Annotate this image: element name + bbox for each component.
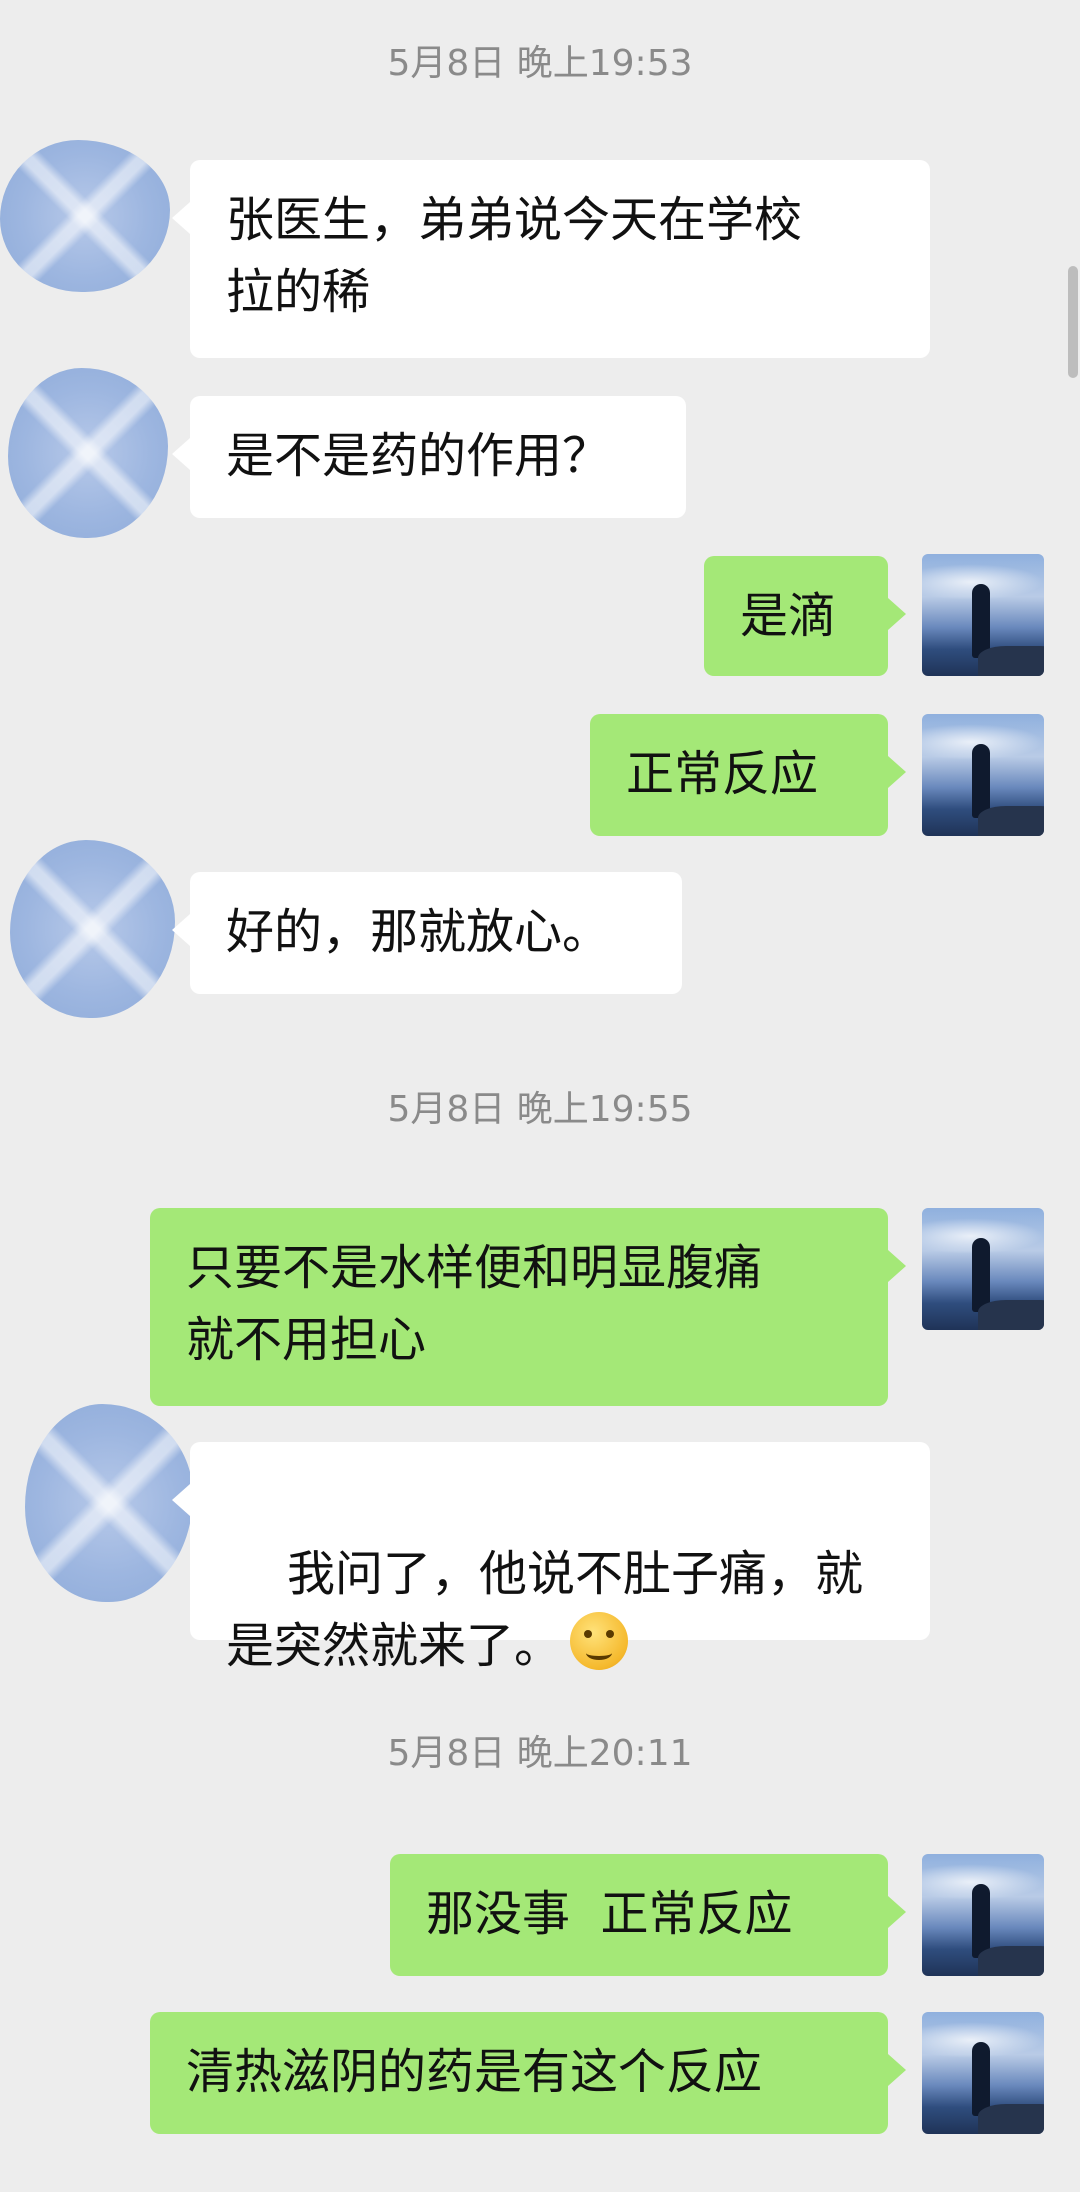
- thinking-face-emoji: [570, 1612, 629, 1670]
- incoming-message[interactable]: 是不是药的作用？: [172, 396, 686, 518]
- my-avatar[interactable]: [922, 554, 1044, 676]
- message-text: 我问了，他说不肚子痛，就 是突然就来了。: [226, 1546, 864, 1674]
- timestamp: 5月8日 晚上20:11: [387, 1733, 693, 1774]
- my-avatar[interactable]: [922, 1854, 1044, 1976]
- my-avatar[interactable]: [922, 714, 1044, 836]
- incoming-message[interactable]: 我问了，他说不肚子痛，就 是突然就来了。: [172, 1442, 930, 1674]
- timestamp: 5月8日 晚上19:53: [387, 43, 693, 84]
- contact-avatar[interactable]: [0, 140, 170, 292]
- scrollbar[interactable]: [1068, 266, 1078, 378]
- outgoing-message[interactable]: 清热滋阴的药是有这个反应: [150, 2012, 906, 2134]
- contact-avatar[interactable]: [25, 1404, 193, 1602]
- contact-avatar[interactable]: [10, 840, 175, 1018]
- incoming-message[interactable]: 张医生，弟弟说今天在学校 拉的稀: [172, 160, 930, 358]
- my-avatar[interactable]: [922, 2012, 1044, 2134]
- outgoing-message[interactable]: 只要不是水样便和明显腹痛 就不用担心: [150, 1208, 906, 1406]
- chat-message-list[interactable]: 5月8日 晚上19:53 张医生，弟弟说今天在学校 拉的稀 是不是药的作用？ 是…: [0, 0, 1080, 2192]
- timestamp: 5月8日 晚上19:55: [387, 1089, 693, 1130]
- contact-avatar[interactable]: [8, 368, 168, 538]
- outgoing-message[interactable]: 那没事 正常反应: [390, 1854, 906, 1976]
- outgoing-message[interactable]: 是滴: [704, 556, 906, 676]
- my-avatar[interactable]: [922, 1208, 1044, 1330]
- incoming-message[interactable]: 好的，那就放心。: [172, 872, 682, 994]
- outgoing-message[interactable]: 正常反应: [590, 714, 906, 836]
